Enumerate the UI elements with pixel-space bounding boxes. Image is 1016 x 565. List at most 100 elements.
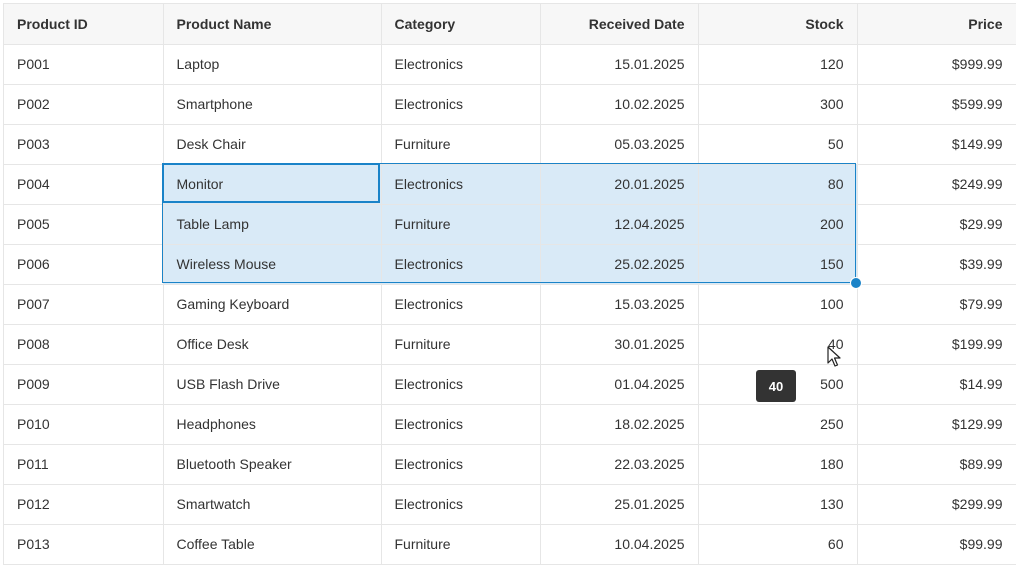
cell-category[interactable]: Furniture	[381, 204, 541, 245]
cell-stock[interactable]: 100	[698, 284, 858, 325]
cell-product-name[interactable]: Table Lamp	[163, 204, 382, 245]
cell-stock[interactable]: 200	[698, 204, 858, 245]
cell-price[interactable]: $99.99	[857, 524, 1016, 565]
cell-stock[interactable]: 60	[698, 524, 858, 565]
grid-body: P001 Laptop Electronics 15.01.2025 120 $999.9…	[4, 44, 1016, 565]
cell-stock[interactable]: 180	[698, 444, 858, 485]
cell-price[interactable]: $39.99	[857, 244, 1016, 285]
mouse-pointer-icon	[827, 346, 841, 367]
table-row[interactable]: P004 Monitor Electronics 20.01.2025 80 $249.9…	[4, 164, 1016, 205]
cell-product-name[interactable]: Smartphone	[163, 84, 382, 125]
cell-product-id[interactable]: P003	[4, 124, 164, 165]
cell-product-name[interactable]: Coffee Table	[163, 524, 382, 565]
table-row[interactable]: P002 Smartphone Electronics 10.02.2025 300 $5…	[4, 84, 1016, 125]
cell-stock[interactable]: 130	[698, 484, 858, 525]
cell-category[interactable]: Electronics	[381, 44, 541, 85]
cell-category[interactable]: Electronics	[381, 364, 541, 405]
cell-product-id[interactable]: P007	[4, 284, 164, 325]
cell-category[interactable]: Electronics	[381, 244, 541, 285]
cell-product-name[interactable]: Bluetooth Speaker	[163, 444, 382, 485]
column-header-product-name[interactable]: Product Name	[163, 4, 382, 45]
table-row[interactable]: P013 Coffee Table Furniture 10.04.2025 60 $99…	[4, 524, 1016, 565]
cell-received-date[interactable]: 25.02.2025	[540, 244, 699, 285]
cell-product-id[interactable]: P006	[4, 244, 164, 285]
table-row[interactable]: P006 Wireless Mouse Electronics 25.02.2025 1…	[4, 244, 1016, 285]
cell-received-date[interactable]: 25.01.2025	[540, 484, 699, 525]
cell-received-date[interactable]: 05.03.2025	[540, 124, 699, 165]
grid-table: Product ID Product Name Category Receive…	[4, 4, 1016, 565]
column-header-received-date[interactable]: Received Date	[540, 4, 699, 45]
cell-price[interactable]: $999.99	[857, 44, 1016, 85]
cell-product-name[interactable]: Desk Chair	[163, 124, 382, 165]
cell-price[interactable]: $14.99	[857, 364, 1016, 405]
cell-product-id[interactable]: P013	[4, 524, 164, 565]
cell-product-id[interactable]: P004	[4, 164, 164, 205]
cell-stock[interactable]: 300	[698, 84, 858, 125]
cell-product-name[interactable]: Office Desk	[163, 324, 382, 365]
table-row[interactable]: P003 Desk Chair Furniture 05.03.2025 50 $149.…	[4, 124, 1016, 165]
cell-category[interactable]: Furniture	[381, 524, 541, 565]
cell-stock[interactable]: 120	[698, 44, 858, 85]
cell-price[interactable]: $29.99	[857, 204, 1016, 245]
cell-price[interactable]: $89.99	[857, 444, 1016, 485]
cell-product-id[interactable]: P008	[4, 324, 164, 365]
table-row[interactable]: P011 Bluetooth Speaker Electronics 22.03.20…	[4, 444, 1016, 485]
cell-received-date[interactable]: 10.02.2025	[540, 84, 699, 125]
cell-received-date[interactable]: 22.03.2025	[540, 444, 699, 485]
cell-received-date[interactable]: 15.03.2025	[540, 284, 699, 325]
cell-product-name[interactable]: Wireless Mouse	[163, 244, 382, 285]
cell-product-name[interactable]: Smartwatch	[163, 484, 382, 525]
cell-category[interactable]: Electronics	[381, 164, 541, 205]
cell-category[interactable]: Electronics	[381, 404, 541, 445]
cell-price[interactable]: $79.99	[857, 284, 1016, 325]
cell-received-date[interactable]: 20.01.2025	[540, 164, 699, 205]
cell-product-id[interactable]: P001	[4, 44, 164, 85]
cell-category[interactable]: Electronics	[381, 444, 541, 485]
fill-handle[interactable]	[850, 277, 862, 289]
cell-product-id[interactable]: P005	[4, 204, 164, 245]
cell-product-id[interactable]: P002	[4, 84, 164, 125]
cell-category[interactable]: Electronics	[381, 484, 541, 525]
table-row[interactable]: P009 USB Flash Drive Electronics 01.04.2025…	[4, 364, 1016, 405]
column-header-category[interactable]: Category	[381, 4, 541, 45]
cell-stock[interactable]: 80	[698, 164, 858, 205]
cell-received-date[interactable]: 01.04.2025	[540, 364, 699, 405]
cell-product-name[interactable]: Laptop	[163, 44, 382, 85]
cell-product-id[interactable]: P009	[4, 364, 164, 405]
cell-product-id[interactable]: P012	[4, 484, 164, 525]
column-header-product-id[interactable]: Product ID	[4, 4, 164, 45]
cell-category[interactable]: Furniture	[381, 324, 541, 365]
column-header-stock[interactable]: Stock	[698, 4, 858, 45]
table-row[interactable]: P001 Laptop Electronics 15.01.2025 120 $999.9…	[4, 44, 1016, 85]
cell-price[interactable]: $129.99	[857, 404, 1016, 445]
drag-value-tooltip: 40	[756, 370, 796, 402]
cell-product-name[interactable]: USB Flash Drive	[163, 364, 382, 405]
cell-product-name[interactable]: Gaming Keyboard	[163, 284, 382, 325]
cell-price[interactable]: $249.99	[857, 164, 1016, 205]
cell-product-name[interactable]: Monitor	[163, 164, 382, 205]
cell-price[interactable]: $149.99	[857, 124, 1016, 165]
table-row[interactable]: P007 Gaming Keyboard Electronics 15.03.2025…	[4, 284, 1016, 325]
cell-price[interactable]: $299.99	[857, 484, 1016, 525]
cell-category[interactable]: Electronics	[381, 84, 541, 125]
cell-received-date[interactable]: 10.04.2025	[540, 524, 699, 565]
cell-price[interactable]: $599.99	[857, 84, 1016, 125]
table-row[interactable]: P012 Smartwatch Electronics 25.01.2025 130 $2…	[4, 484, 1016, 525]
column-header-price[interactable]: Price	[857, 4, 1016, 45]
cell-received-date[interactable]: 15.01.2025	[540, 44, 699, 85]
cell-received-date[interactable]: 30.01.2025	[540, 324, 699, 365]
cell-received-date[interactable]: 12.04.2025	[540, 204, 699, 245]
cell-product-name[interactable]: Headphones	[163, 404, 382, 445]
cell-product-id[interactable]: P011	[4, 444, 164, 485]
cell-received-date[interactable]: 18.02.2025	[540, 404, 699, 445]
cell-price[interactable]: $199.99	[857, 324, 1016, 365]
cell-category[interactable]: Furniture	[381, 124, 541, 165]
table-row[interactable]: P005 Table Lamp Furniture 12.04.2025 200 $29.…	[4, 204, 1016, 245]
table-row[interactable]: P008 Office Desk Furniture 30.01.2025 40 $199…	[4, 324, 1016, 365]
cell-category[interactable]: Electronics	[381, 284, 541, 325]
cell-stock[interactable]: 50	[698, 124, 858, 165]
cell-stock[interactable]: 150	[698, 244, 858, 285]
cell-product-id[interactable]: P010	[4, 404, 164, 445]
cell-stock[interactable]: 250	[698, 404, 858, 445]
table-row[interactable]: P010 Headphones Electronics 18.02.2025 250 $1…	[4, 404, 1016, 445]
